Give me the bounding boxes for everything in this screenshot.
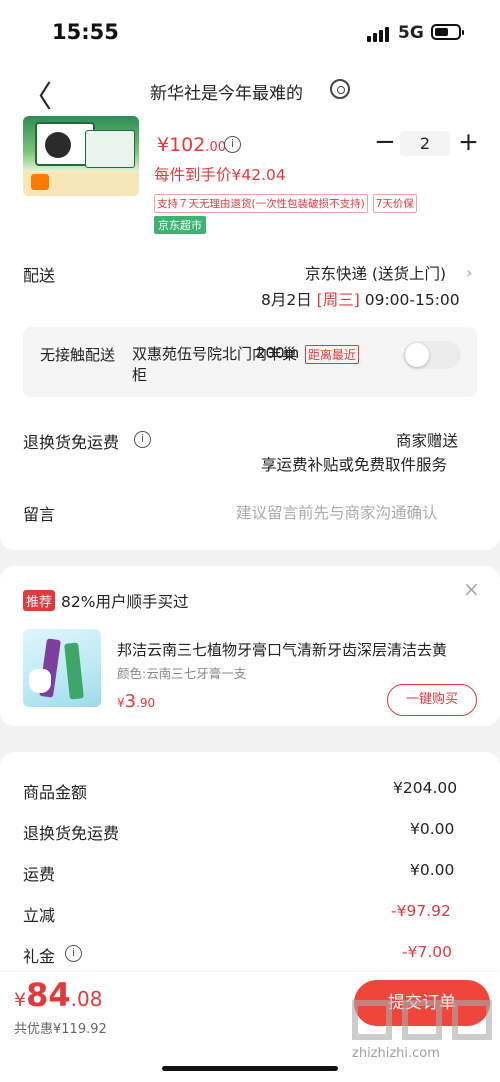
back-arrow-icon[interactable]: 〈 — [22, 72, 52, 116]
summary-label: 立减 — [23, 906, 56, 925]
product-price: ¥102.00 — [157, 134, 227, 156]
home-indicator — [162, 1066, 338, 1071]
recommend-product-name[interactable]: 邦洁云南三七植物牙膏口气清新牙齿深层清洁去黄 — [117, 639, 477, 660]
quantity-input[interactable]: 2 — [400, 131, 450, 156]
summary-label: 商品金额 — [23, 783, 88, 802]
chat-icon[interactable] — [330, 79, 350, 99]
no-contact-toggle[interactable] — [403, 341, 461, 369]
message-input[interactable]: 建议留言前先与商家沟通确认 — [236, 501, 438, 523]
summary-label: 礼金 — [23, 947, 56, 966]
close-icon[interactable]: × — [463, 577, 480, 601]
info-icon[interactable]: i — [224, 136, 241, 153]
total-saved: 共优惠¥119.92 — [14, 1022, 107, 1037]
nav-bar: 〈 新华社是今年最难的 — [0, 62, 500, 118]
recommend-badge: 推荐 — [23, 590, 56, 611]
summary-label: 退换货免运费 — [23, 824, 120, 843]
quantity-plus-button[interactable]: + — [458, 127, 479, 156]
watermark-text: zhizhizhi.com — [352, 1046, 440, 1061]
message-label: 留言 — [23, 505, 56, 524]
return-shipping-gift: 商家赠送 — [396, 432, 459, 450]
no-contact-delivery: 无接触配送 双惠苑伍号院北门内丰巢柜 200m 距离最近 — [23, 327, 477, 397]
info-icon[interactable]: i — [134, 431, 151, 448]
recommend-color: 颜色:云南三七牙膏一支 — [117, 666, 247, 681]
quantity-minus-button[interactable]: − — [374, 127, 396, 157]
nearest-badge: 距离最近 — [305, 345, 360, 364]
unit-price: 每件到手价¥42.04 — [154, 166, 286, 184]
battery-icon — [431, 24, 464, 40]
signal-icon — [367, 27, 389, 42]
delivery-method[interactable]: 京东快递 (送货上门) — [305, 262, 446, 284]
recommend-card: 推荐 82%用户顺手买过 × 邦洁云南三七植物牙膏口气清新牙齿深层清洁去黄 颜色… — [0, 566, 500, 726]
quick-buy-button[interactable]: 一键购买 — [387, 684, 477, 716]
delivery-label: 配送 — [23, 266, 56, 285]
delivery-time[interactable]: 8月2日 [周三] 09:00-15:00 — [261, 288, 460, 310]
return-shipping-desc: 享运费补贴或免费取件服务 — [261, 456, 448, 474]
toothpaste-image[interactable] — [23, 629, 101, 707]
chevron-right-icon[interactable]: › — [466, 263, 472, 282]
no-contact-label: 无接触配送 — [40, 346, 116, 364]
summary-value: -¥97.92 — [391, 902, 451, 920]
recommend-title: 82%用户顺手买过 — [61, 593, 189, 611]
summary-value: ¥204.00 — [393, 779, 458, 797]
recommend-price: ¥3.90 — [117, 691, 156, 712]
summary-value: ¥0.00 — [410, 861, 455, 879]
page-title: 新华社是今年最难的 — [150, 84, 303, 104]
watermark-logo: zhizhizhi.com — [350, 1000, 496, 1061]
checkout-bar: ¥84.08 共优惠¥119.92 提交订单 zhizhizhi.com — [0, 972, 500, 1082]
product-image[interactable] — [23, 116, 139, 196]
summary-value: ¥0.00 — [410, 820, 455, 838]
service-tags: 支持７天无理由退货(一次性包装破损不支持) 7天价保 — [154, 194, 417, 213]
return-tag: 支持７天无理由退货(一次性包装破损不支持) — [154, 194, 368, 213]
network-label: 5G — [398, 23, 424, 43]
return-shipping-label: 退换货免运费 — [23, 433, 120, 452]
status-time: 15:55 — [52, 20, 119, 44]
status-bar: 15:55 5G — [0, 0, 500, 62]
locker-distance: 200m — [256, 344, 300, 362]
info-icon[interactable]: i — [65, 945, 82, 962]
summary-value: -¥7.00 — [402, 943, 452, 961]
total-price: ¥84.08 — [14, 976, 103, 1014]
price-protect-tag: 7天价保 — [372, 194, 417, 213]
store-tag: 京东超市 — [154, 216, 206, 234]
summary-label: 运费 — [23, 865, 56, 884]
